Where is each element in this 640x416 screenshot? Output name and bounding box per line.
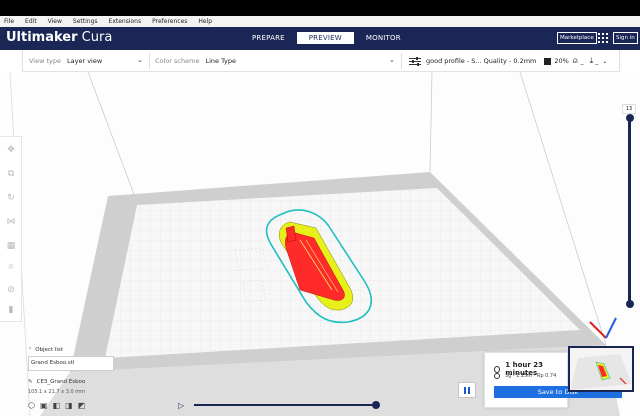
- view-type-value: Layer view: [67, 57, 103, 65]
- right-view-icon[interactable]: ◩: [78, 401, 86, 410]
- print-settings-selector[interactable]: good profile - S... Quality - 0.2mm 20% …: [409, 50, 607, 72]
- view-type-select[interactable]: View type Layer view: [29, 50, 102, 72]
- menu-preferences[interactable]: Preferences: [152, 16, 187, 27]
- app-logo: Ultimaker Cura: [6, 30, 112, 46]
- menu-bar: File Edit View Settings Extensions Prefe…: [0, 16, 640, 27]
- color-scheme-value: Line Type: [205, 57, 236, 65]
- menu-file[interactable]: File: [4, 16, 14, 27]
- menu-help[interactable]: Help: [198, 16, 212, 27]
- menu-view[interactable]: View: [48, 16, 62, 27]
- material-estimate-row: 3g · 1.15m · Rp 0.74: [494, 373, 556, 379]
- front-view-icon[interactable]: ▣: [40, 401, 48, 410]
- object-list-toggle[interactable]: ⌃ Object list: [28, 346, 128, 354]
- brand-light: Cura: [77, 30, 113, 45]
- toolbar-divider: [401, 53, 402, 69]
- simulation-track[interactable]: [194, 404, 378, 406]
- support-icon: ⍝: [572, 56, 578, 65]
- color-scheme-label: Color scheme: [155, 57, 200, 65]
- brand-bold: Ultimaker: [6, 30, 78, 45]
- pencil-icon: ✎: [28, 379, 33, 385]
- signin-button[interactable]: Sign in: [613, 32, 638, 44]
- object-dimensions: 105.1 x 21.7 x 3.0 mm: [28, 389, 86, 395]
- os-top-strip: [0, 0, 640, 16]
- material-icon: [494, 373, 500, 379]
- material-estimate: 3g · 1.15m · Rp 0.74: [505, 373, 557, 379]
- tool-panel: ✥ ⧉ ↻ ⋈ ▦ ⌾ ⊘ ▮: [0, 136, 22, 322]
- stage-tabs: PREPARE PREVIEW MONITOR: [240, 32, 413, 44]
- cura-window: File Edit View Settings Extensions Prefe…: [0, 0, 640, 416]
- custom-support-icon[interactable]: ⊘: [6, 285, 16, 295]
- object-list-item[interactable]: Grand Esboo.stl: [28, 356, 114, 371]
- per-model-settings-icon[interactable]: ▦: [6, 241, 16, 251]
- view-toolbar: View type Layer view ⌄ Color scheme Line…: [22, 50, 620, 72]
- y-axis-indicator: [605, 317, 617, 339]
- app-header: Ultimaker Cura PREPARE PREVIEW MONITOR M…: [0, 27, 640, 50]
- marketplace-button[interactable]: Marketplace: [557, 32, 597, 44]
- chevron-down-icon[interactable]: ⌄: [137, 56, 143, 64]
- top-view-icon[interactable]: ◧: [53, 401, 61, 410]
- view-type-label: View type: [29, 57, 62, 65]
- toolbar-divider: [149, 53, 150, 69]
- adhesion-icon: ⤓: [589, 56, 594, 65]
- object-list-header: Object list: [35, 347, 63, 353]
- left-view-icon[interactable]: ◨: [65, 401, 73, 410]
- tab-preview[interactable]: PREVIEW: [296, 32, 354, 44]
- menu-settings[interactable]: Settings: [73, 16, 98, 27]
- sliders-icon: [409, 56, 421, 66]
- tab-prepare[interactable]: PREPARE: [240, 32, 297, 44]
- infill-icon: [544, 57, 552, 65]
- support-value: _: [580, 57, 584, 65]
- preview-thumbnail[interactable]: [568, 346, 634, 392]
- rotate-icon[interactable]: ↻: [6, 193, 16, 203]
- volume-edge: [429, 72, 433, 173]
- chevron-down-icon[interactable]: ⌄: [389, 56, 395, 64]
- chevron-up-icon: ⌃: [28, 347, 33, 353]
- menu-edit[interactable]: Edit: [25, 16, 37, 27]
- tab-monitor[interactable]: MONITOR: [354, 32, 413, 44]
- layer-number[interactable]: 13: [622, 104, 636, 114]
- object-list-panel: ⌃ Object list Grand Esboo.stl ✎ CE3_Grand …: [28, 346, 128, 410]
- mirror-icon[interactable]: ⋈: [6, 217, 16, 227]
- support-blocker-icon[interactable]: ⌾: [6, 263, 16, 273]
- trash-icon[interactable]: ▮: [6, 305, 16, 315]
- color-scheme-select[interactable]: Color scheme Line Type: [155, 50, 236, 72]
- model-detail: [285, 225, 297, 243]
- layer-slider-upper-handle[interactable]: [625, 114, 634, 122]
- pause-button[interactable]: [458, 382, 476, 398]
- object-name-row[interactable]: ✎ CE3_Grand Esboo: [28, 379, 128, 385]
- clock-icon: [494, 365, 501, 373]
- apps-grid-icon[interactable]: [598, 33, 608, 43]
- camera-view-buttons: ⬡ ▣ ◧ ◨ ◩: [28, 401, 128, 410]
- object-name: CE3_Grand Esboo: [36, 379, 86, 385]
- chevron-down-icon: ⌄: [602, 57, 608, 65]
- 3d-view-icon[interactable]: ⬡: [28, 401, 35, 410]
- infill-value: 20%: [554, 57, 569, 65]
- menu-extensions[interactable]: Extensions: [109, 16, 142, 27]
- play-icon[interactable]: ▷: [178, 401, 184, 410]
- volume-edge: [87, 72, 139, 206]
- thumbnail-scene: [570, 354, 632, 390]
- print-info-panel: 1 hour 23 minutes 3g · 1.15m · Rp 0.74 S…: [484, 352, 622, 408]
- adhesion-value: _: [595, 57, 599, 65]
- layer-slider-lower-handle[interactable]: [625, 300, 634, 308]
- move-icon[interactable]: ✥: [6, 145, 16, 155]
- profile-summary: good profile - S... Quality - 0.2mm: [426, 57, 537, 65]
- scale-icon[interactable]: ⧉: [6, 169, 16, 179]
- layer-slider-track[interactable]: [628, 118, 631, 304]
- simulation-handle[interactable]: [372, 401, 380, 409]
